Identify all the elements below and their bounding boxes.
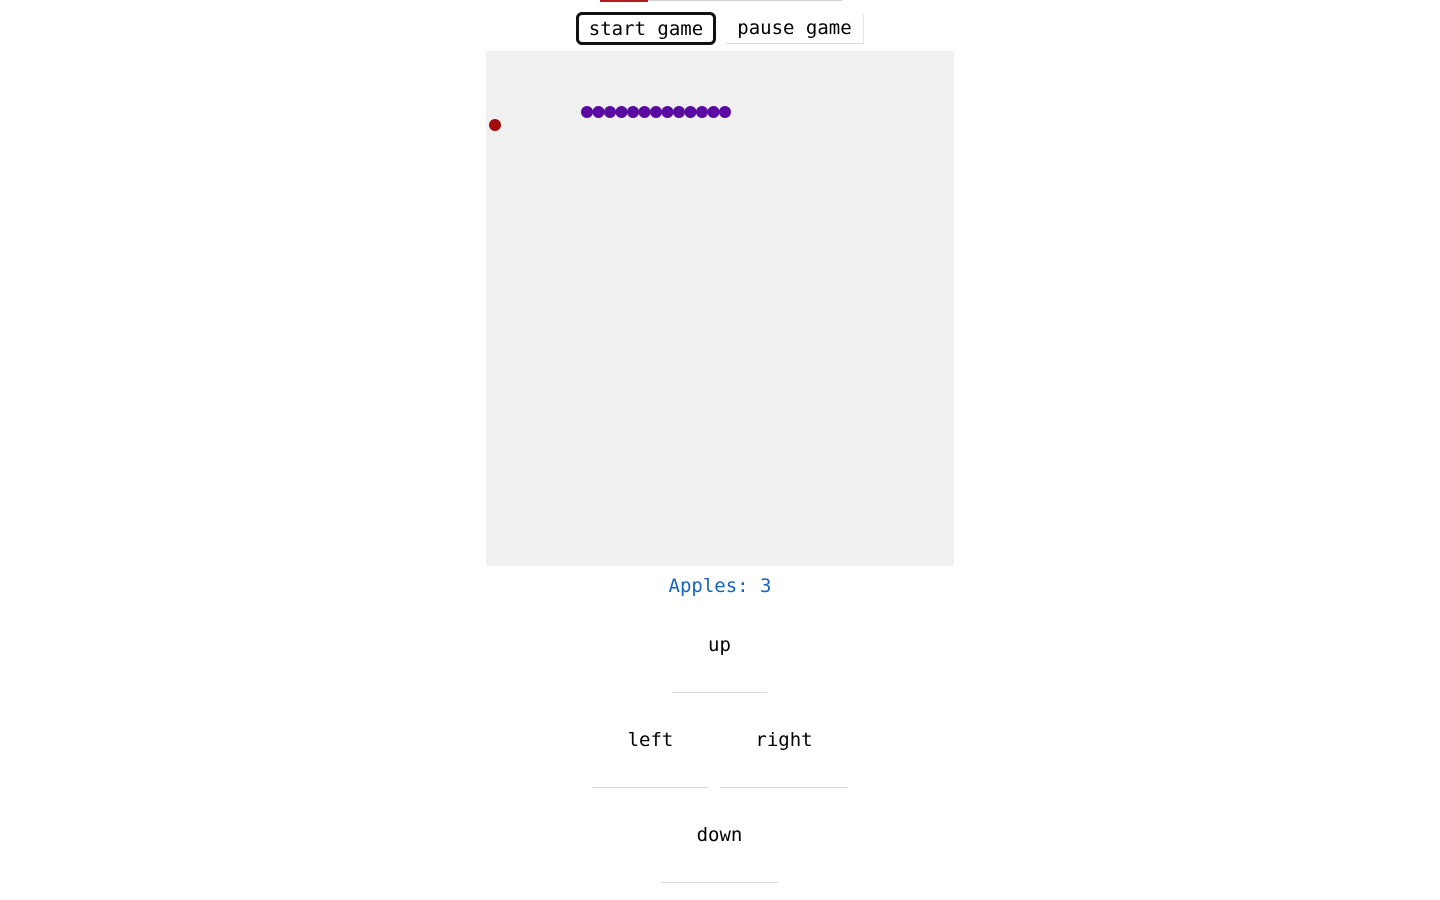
up-button[interactable]: up (672, 611, 767, 693)
snake-segment (638, 106, 651, 118)
snake-segment (615, 106, 628, 118)
apples-score: Apples: 3 (668, 575, 772, 597)
snake-segment (707, 106, 720, 118)
game-canvas (489, 106, 731, 131)
snake-segment (673, 106, 685, 118)
game-board (486, 51, 954, 566)
snake-segment (696, 106, 708, 118)
top-edge-fragment (600, 0, 842, 2)
snake-segment (650, 106, 662, 118)
apple (489, 119, 501, 131)
pause-game-button[interactable]: pause game (726, 14, 864, 44)
snake-segment (604, 106, 616, 118)
snake-segment (684, 106, 697, 118)
snake-segment (581, 106, 593, 118)
start-game-button[interactable]: start game (576, 12, 716, 45)
top-red-bar (600, 0, 648, 2)
left-button[interactable]: left (592, 706, 709, 788)
right-button[interactable]: right (720, 706, 848, 788)
snake-segment (627, 106, 639, 118)
snake-segment (592, 106, 605, 118)
down-button[interactable]: down (661, 801, 778, 883)
snake-segment (719, 106, 731, 118)
snake-segment (661, 106, 674, 118)
top-gray-line (648, 0, 842, 1)
